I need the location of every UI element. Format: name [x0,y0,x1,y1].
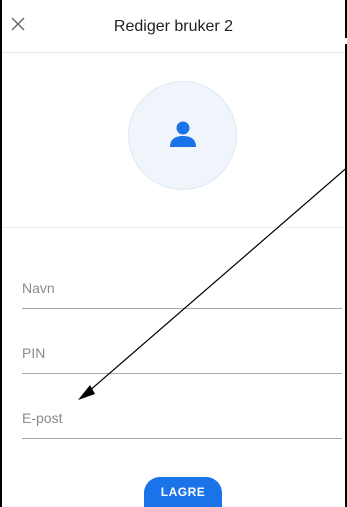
avatar[interactable] [128,81,237,190]
name-field[interactable]: Navn [22,268,342,309]
save-button[interactable]: LAGRE [144,477,222,507]
pin-field-label: PIN [22,345,46,361]
edit-user-screen: Rediger bruker 2 Navn PIN E-post LAGRE [0,0,347,507]
page-title: Rediger bruker 2 [113,18,234,35]
header-bar: Rediger bruker 2 [2,0,345,53]
user-icon [170,121,196,147]
name-field-label: Navn [22,280,55,296]
pin-field[interactable]: PIN [22,333,342,374]
email-field-label: E-post [22,410,63,426]
section-divider [2,227,345,228]
frame-border-left [0,0,2,507]
email-field[interactable]: E-post [22,398,342,439]
